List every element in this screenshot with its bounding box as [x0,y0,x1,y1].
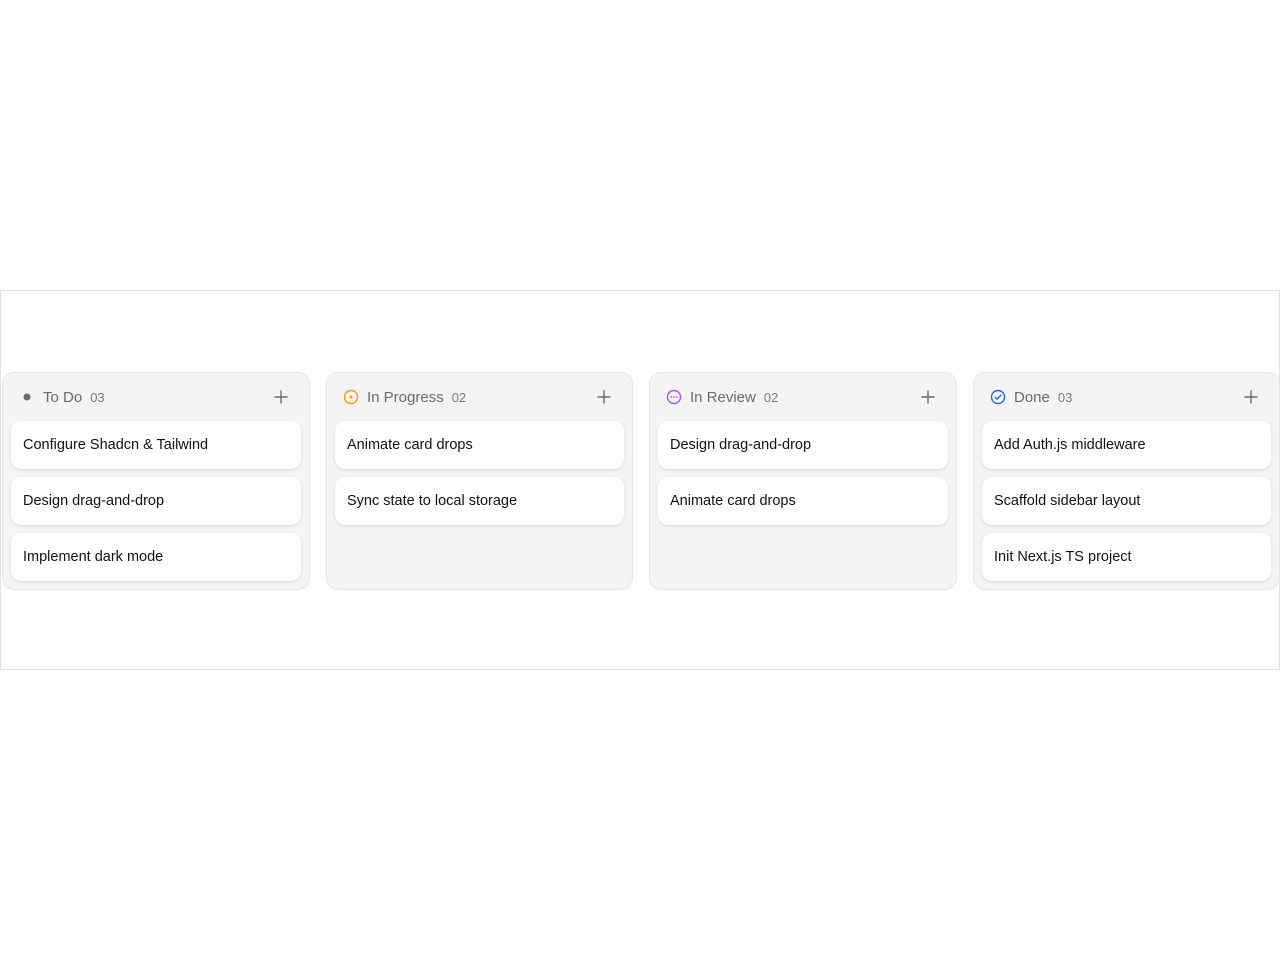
column-count: 02 [763,389,779,405]
task-card[interactable]: Implement dark mode [11,533,301,581]
task-card[interactable]: Animate card drops [335,421,624,469]
card-list: Design drag-and-drop Animate card drops [658,421,948,525]
add-card-button[interactable] [916,385,940,409]
card-list: Configure Shadcn & Tailwind Design drag-… [11,421,301,581]
task-card[interactable]: Init Next.js TS project [982,533,1271,581]
in-progress-circle-icon [343,389,359,405]
task-card[interactable]: Configure Shadcn & Tailwind [11,421,301,469]
column-todo: To Do 03 Configure Shadcn & Tailwind Des… [2,372,310,590]
task-card[interactable]: Scaffold sidebar layout [982,477,1271,525]
add-card-button[interactable] [592,385,616,409]
card-list: Animate card drops Sync state to local s… [335,421,624,525]
in-review-circle-icon [666,389,682,405]
add-card-button[interactable] [269,385,293,409]
column-title: In Review [690,388,756,406]
plus-icon [597,390,611,404]
column-header: Done 03 [982,373,1271,421]
column-count: 03 [1057,389,1073,405]
column-header: In Progress 02 [335,373,624,421]
column-count: 02 [451,389,467,405]
column-in-review: In Review 02 Design drag-and-drop Animat… [649,372,957,590]
card-list: Add Auth.js middleware Scaffold sidebar … [982,421,1271,581]
plus-icon [921,390,935,404]
task-card[interactable]: Sync state to local storage [335,477,624,525]
task-card[interactable]: Design drag-and-drop [658,421,948,469]
column-title: In Progress [367,388,444,406]
column-in-progress: In Progress 02 Animate card drops Sync s… [326,372,633,590]
task-card[interactable]: Add Auth.js middleware [982,421,1271,469]
column-count: 03 [90,389,105,405]
column-title: To Do [43,388,83,406]
task-card[interactable]: Animate card drops [658,477,948,525]
plus-icon [274,390,288,404]
column-done: Done 03 Add Auth.js middleware Scaffold … [973,372,1280,590]
plus-icon [1244,390,1258,404]
add-card-button[interactable] [1239,385,1263,409]
column-header: To Do 03 [11,373,301,421]
check-circle-icon [990,389,1006,405]
dot-icon [19,389,35,405]
task-card[interactable]: Design drag-and-drop [11,477,301,525]
kanban-board: To Do 03 Configure Shadcn & Tailwind Des… [2,372,1280,590]
board-frame: To Do 03 Configure Shadcn & Tailwind Des… [0,290,1280,670]
column-title: Done [1014,388,1050,406]
column-header: In Review 02 [658,373,948,421]
